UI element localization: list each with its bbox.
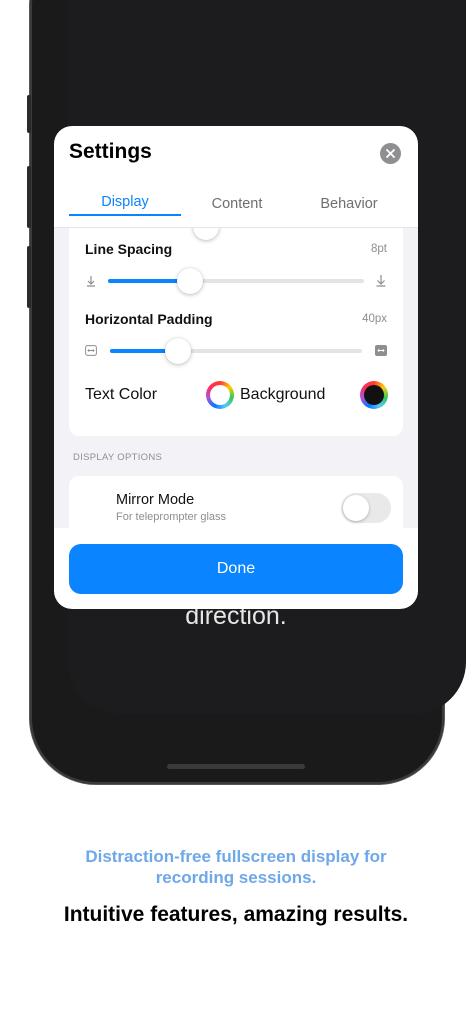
settings-sheet: Settings Display Content Behavior Line S… [54, 126, 418, 609]
home-indicator [167, 764, 305, 769]
text-color-swatch [210, 385, 230, 405]
toggle-knob [343, 495, 369, 521]
tab-display[interactable]: Display [69, 194, 181, 210]
mirror-mode-toggle[interactable] [341, 493, 391, 523]
done-button[interactable]: Done [69, 544, 403, 594]
caption-subtitle: Distraction-free fullscreen display for … [85, 847, 387, 887]
settings-scroll-content[interactable]: Line Spacing 8pt Horizontal Padding 40px [54, 228, 418, 528]
background-color-swatch [364, 385, 384, 405]
text-color-label: Text Color [85, 386, 158, 403]
line-spacing-value: 8pt [371, 243, 387, 255]
section-header: DISPLAY OPTIONS [73, 452, 163, 463]
close-icon [386, 149, 395, 158]
close-button[interactable] [380, 143, 401, 164]
display-card: Line Spacing 8pt Horizontal Padding 40px [69, 228, 403, 436]
tab-bar: Display Content Behavior [69, 186, 405, 226]
line-spacing-small-icon [87, 276, 95, 287]
mirror-mode-label: Mirror Mode [116, 492, 195, 508]
line-spacing-slider[interactable] [108, 279, 364, 283]
horizontal-padding-slider[interactable] [110, 349, 362, 353]
volume-button [27, 95, 31, 133]
volume-button [27, 246, 31, 308]
caption-title: Intuitive features, amazing results. [63, 903, 409, 926]
horizontal-padding-value: 40px [362, 313, 387, 325]
display-options-card: Mirror Mode For teleprompter glass [69, 476, 403, 528]
sheet-title: Settings [69, 140, 152, 163]
tab-behavior[interactable]: Behavior [293, 196, 405, 212]
volume-button [27, 166, 31, 228]
horizontal-padding-thumb[interactable] [165, 338, 192, 364]
background-color-label: Background [240, 386, 326, 403]
text-color-well[interactable] [206, 381, 234, 409]
tab-underline [69, 214, 181, 216]
horizontal-padding-label: Horizontal Padding [85, 311, 213, 327]
padding-small-icon [85, 345, 97, 356]
line-spacing-thumb[interactable] [176, 268, 203, 294]
line-spacing-large-icon [376, 275, 386, 287]
background-color-well[interactable] [360, 381, 388, 409]
slider-thumb-partial[interactable] [193, 228, 219, 240]
padding-large-icon [375, 345, 387, 356]
line-spacing-label: Line Spacing [85, 241, 173, 257]
tab-content[interactable]: Content [181, 196, 293, 212]
mirror-mode-sublabel: For teleprompter glass [116, 511, 227, 523]
